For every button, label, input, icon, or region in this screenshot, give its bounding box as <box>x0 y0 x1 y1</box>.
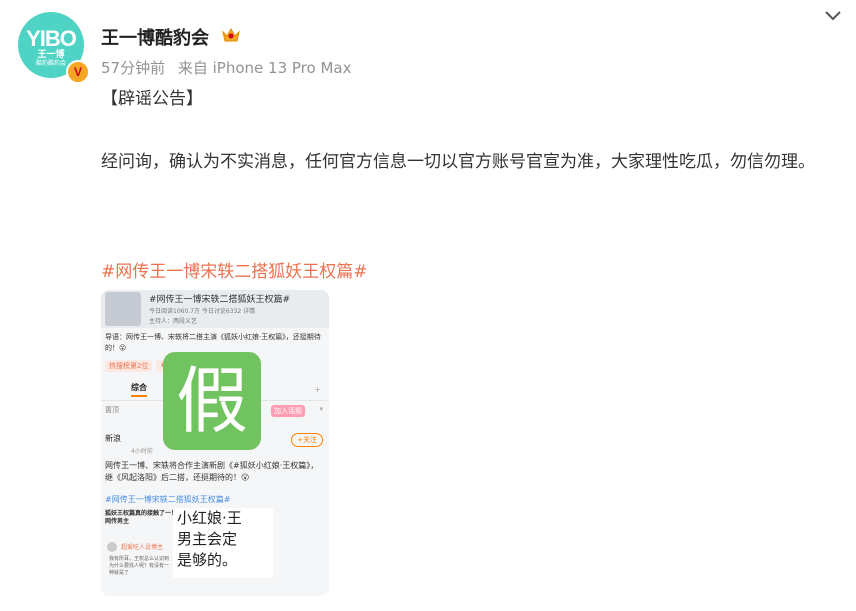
topic-banner-host: 主持人：两段义艺 <box>149 318 198 325</box>
avatar-logo-sub: 王一博 <box>37 50 65 60</box>
post-time[interactable]: 57分钟前 <box>101 59 165 77</box>
crown-icon[interactable] <box>221 26 241 44</box>
inner-card-line: 是够的。 <box>177 551 238 569</box>
inner-card-line: 小红娘·王 <box>177 509 242 527</box>
inner-follow-button: +关注 <box>291 433 323 447</box>
post-text: 【辟谣公告】 经问询，确认为不实消息，任何官方信息一切以官方账号官宣为准，大家理… <box>101 85 841 177</box>
avatar-logo-sub2: 酷豹酷豹会 <box>35 60 66 67</box>
post-source: 来自 iPhone 13 Pro Max <box>177 59 352 77</box>
comment-text: 我有所耳，王权总么认识到为什么要找人呢？有没有一种就是了 <box>109 556 170 576</box>
comment-user-name: 超爱吃人设博主 <box>121 544 164 551</box>
topic-tab-more: + <box>314 384 321 394</box>
user-name[interactable]: 王一博酷豹会 <box>101 24 209 50</box>
topic-chip: 热搜榜第2位 <box>105 360 153 372</box>
topic-cover-image <box>105 292 141 326</box>
topic-guide: 导语：网传王一博、宋轶将二搭主演《狐妖小红娘·王权篇》，还挺期待的！😮 <box>105 333 321 352</box>
inner-text-card: 小红娘·王 男主会定 是够的。 <box>173 508 273 578</box>
post-hashtag-link[interactable]: #网传王一博宋轶二搭狐妖王权篇# <box>101 257 368 282</box>
avatar-logo-text: YIBO <box>26 26 77 51</box>
post-body: 经问询，确认为不实消息，任何官方信息一切以官方账号官宣为准，大家理性吃瓜，勿信勿… <box>101 152 815 172</box>
inner-post-text: 网传王一博、宋轶将合作主演新剧《#狐妖小红娘·王权篇》，继《风起洛阳》后二搭，还… <box>105 461 319 482</box>
topic-tab: 综合 <box>131 382 147 397</box>
inner-card-line: 男主会定 <box>177 530 238 548</box>
post-meta: 57分钟前 来自 iPhone 13 Pro Max <box>101 57 351 78</box>
post-title-line: 【辟谣公告】 <box>101 89 203 109</box>
verified-badge-icon: V <box>66 60 90 84</box>
chevron-down-icon[interactable] <box>824 8 842 22</box>
inner-post-time: 4小时前 <box>131 448 153 455</box>
comment-avatar <box>107 542 117 552</box>
join-topic-tag: 加入话题 <box>271 405 305 417</box>
inner-user-name: 新浪 <box>105 434 121 443</box>
fake-stamp: 假 <box>163 352 261 450</box>
chevron-down-icon: ▾ <box>319 405 323 413</box>
inner-hashtag: #网传王一博宋轶二搭狐妖王权篇# <box>105 495 231 504</box>
pinned-label: 置顶 <box>105 406 119 414</box>
topic-chips: 热搜榜第2位 # <box>105 360 171 372</box>
topic-banner-title: #网传王一博宋轶二搭狐妖王权篇# <box>149 295 291 305</box>
topic-banner-stats: 今日阅读1060.7万 今日讨论6332 详情 <box>149 308 256 315</box>
